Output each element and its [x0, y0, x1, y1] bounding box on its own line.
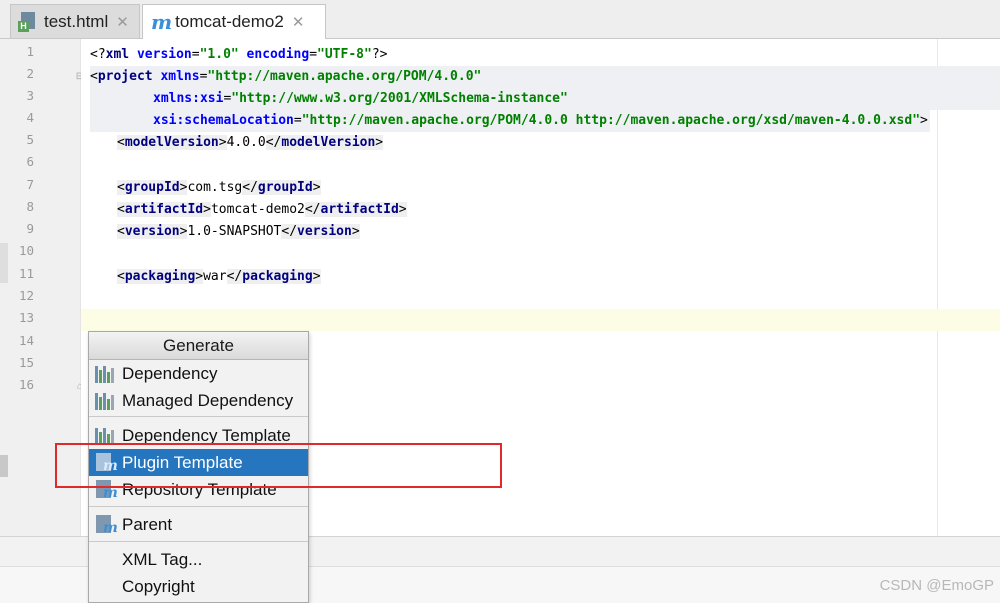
line-number: 15 [18, 355, 34, 370]
line-number: 9 [26, 221, 34, 236]
menu-separator [89, 416, 308, 417]
code-line-2: <project xmlns="http://maven.apache.org/… [90, 66, 1000, 88]
right-margin-guide [937, 39, 938, 536]
line-number: 16 [18, 377, 34, 392]
tab-label: test.html [44, 11, 109, 31]
gutter-change-marker [0, 455, 8, 477]
line-number: 5 [26, 132, 34, 147]
menu-item-parent[interactable]: m Parent [89, 511, 308, 538]
close-icon[interactable]: ✕ [116, 13, 129, 31]
line-number: 3 [26, 88, 34, 103]
tab-tomcat-demo2[interactable]: m tomcat-demo2 ✕ [142, 4, 326, 39]
dependency-bars-icon [94, 390, 116, 412]
line-number: 12 [18, 288, 34, 303]
menu-separator [89, 506, 308, 507]
annotation-highlight-box [55, 443, 502, 488]
menu-separator [89, 541, 308, 542]
caret-line [81, 309, 1000, 331]
line-number: 7 [26, 177, 34, 192]
code-line-3: xmlns:xsi="http://www.w3.org/2001/XMLSch… [90, 88, 1000, 110]
line-number: 14 [18, 333, 34, 348]
tab-test-html[interactable]: H test.html ✕ [10, 4, 140, 38]
line-number: 1 [26, 44, 34, 59]
close-icon[interactable]: ✕ [292, 13, 305, 31]
code-line-7: <groupId>com.tsg</groupId> [117, 180, 321, 195]
maven-icon: m [151, 10, 173, 34]
menu-item-managed-dependency[interactable]: Managed Dependency [89, 387, 308, 414]
menu-item-dependency[interactable]: Dependency [89, 360, 308, 387]
maven-file-icon: m [94, 514, 118, 536]
line-number: 13 [18, 310, 34, 325]
watermark: CSDN @EmoGP [879, 577, 994, 594]
menu-item-label: Dependency [122, 363, 218, 383]
line-number: 6 [26, 154, 34, 169]
menu-item-label: Parent [122, 514, 173, 534]
code-line-9: <version>1.0-SNAPSHOT</version> [117, 224, 360, 239]
line-number: 10 [18, 243, 34, 258]
code-line-5: <modelVersion>4.0.0</modelVersion> [117, 135, 384, 150]
line-number: 4 [26, 110, 34, 125]
code-line-11: <packaging>war</packaging> [117, 269, 321, 284]
code-line-1: <?xml version="1.0" encoding="UTF-8"?> [90, 47, 388, 62]
tab-label: tomcat-demo2 [175, 12, 284, 31]
line-number: 2 [26, 66, 34, 81]
menu-item-label: XML Tag... [122, 549, 203, 569]
popup-title: Generate [89, 332, 308, 360]
code-line-4: xsi:schemaLocation="http://maven.apache.… [90, 110, 930, 132]
code-line-8: <artifactId>tomcat-demo2</artifactId> [117, 202, 407, 217]
html-file-icon: H [18, 11, 38, 32]
line-number: 8 [26, 199, 34, 214]
line-number: 11 [18, 266, 34, 281]
menu-item-label: Copyright [122, 576, 195, 596]
menu-item-copyright[interactable]: Copyright [89, 573, 308, 600]
dependency-bars-icon [94, 363, 116, 385]
menu-item-label: Managed Dependency [122, 390, 294, 410]
menu-item-xml-tag[interactable]: XML Tag... [89, 546, 308, 573]
